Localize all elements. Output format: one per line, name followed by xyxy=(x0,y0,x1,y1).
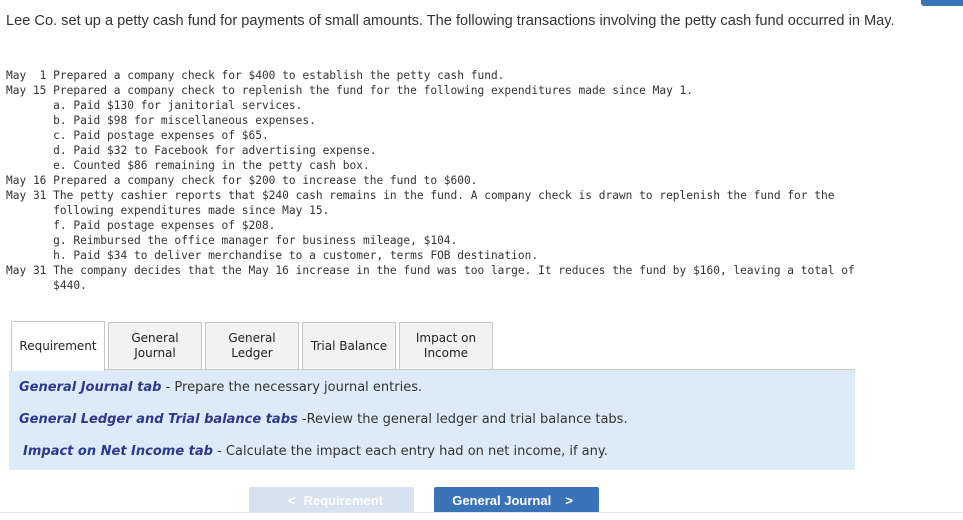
transaction-line: May 31 The company decides that the May … xyxy=(6,264,855,277)
tab-impact-on-income[interactable]: Impact on Income xyxy=(399,322,493,370)
requirement-panel: General Journal tab - Prepare the necess… xyxy=(9,370,855,470)
tab-label: Trial Balance xyxy=(310,338,388,353)
tab-bar: Requirement General Journal General Ledger… xyxy=(11,321,496,371)
requirement-tab-name: General Ledger and Trial balance tabs xyxy=(19,412,298,427)
transaction-line: May 15 Prepared a company check to reple… xyxy=(6,84,694,97)
tab-general-ledger[interactable]: General Ledger xyxy=(205,322,299,370)
transaction-line: h. Paid $34 to deliver merchandise to a … xyxy=(6,249,539,262)
requirement-row: Impact on Net Income tab - Calculate the… xyxy=(23,444,608,459)
transaction-line: e. Counted $86 remaining in the petty ca… xyxy=(6,159,370,172)
tab-general-journal[interactable]: General Journal xyxy=(108,322,202,370)
next-button-label: General Journal xyxy=(452,492,552,508)
tab-requirement[interactable]: Requirement xyxy=(11,321,105,371)
transaction-line: g. Reimbursed the office manager for bus… xyxy=(6,234,458,247)
transaction-line: c. Paid postage expenses of $65. xyxy=(6,129,269,142)
previous-button-label: Requirement xyxy=(303,492,384,508)
requirement-text: - Calculate the impact each entry had on… xyxy=(212,444,608,459)
transaction-line: following expenditures made since May 15… xyxy=(6,204,330,217)
tab-trial-balance[interactable]: Trial Balance xyxy=(302,322,396,370)
chevron-left-icon: < xyxy=(287,492,296,508)
requirement-tab-name: General Journal tab xyxy=(19,380,162,395)
tab-label: Impact on Income xyxy=(415,331,477,360)
chevron-right-icon: > xyxy=(565,492,573,508)
bottom-divider xyxy=(0,512,963,513)
tab-label: Requirement xyxy=(19,339,97,353)
requirement-tab-name: Impact on Net Income tab xyxy=(23,444,213,459)
transaction-line: May 1 Prepared a company check for $400 … xyxy=(6,69,505,82)
transaction-line: $440. xyxy=(6,279,87,292)
transaction-line: f. Paid postage expenses of $208. xyxy=(6,219,276,232)
transaction-list: May 1 Prepared a company check for $400 … xyxy=(6,68,855,293)
transaction-line: b. Paid $98 for miscellaneous expenses. xyxy=(6,114,316,127)
transaction-line: a. Paid $130 for janitorial services. xyxy=(6,99,303,112)
requirement-text: - Prepare the necessary journal entries. xyxy=(161,380,423,395)
requirement-row: General Ledger and Trial balance tabs -R… xyxy=(19,412,628,427)
top-accent-bar xyxy=(921,0,963,6)
transaction-line: May 31 The petty cashier reports that $2… xyxy=(6,189,835,202)
requirement-text: -Review the general ledger and trial bal… xyxy=(297,412,628,427)
tab-label: General Ledger xyxy=(228,331,276,360)
transaction-line: May 16 Prepared a company check for $200… xyxy=(6,174,478,187)
transaction-line: d. Paid $32 to Facebook for advertising … xyxy=(6,144,377,157)
problem-intro: Lee Co. set up a petty cash fund for pay… xyxy=(6,13,895,29)
next-general-journal-button[interactable]: General Journal > xyxy=(434,487,599,513)
previous-requirement-button[interactable]: < Requirement xyxy=(249,487,414,513)
tab-label: General Journal xyxy=(131,331,179,360)
requirement-row: General Journal tab - Prepare the necess… xyxy=(19,380,422,395)
